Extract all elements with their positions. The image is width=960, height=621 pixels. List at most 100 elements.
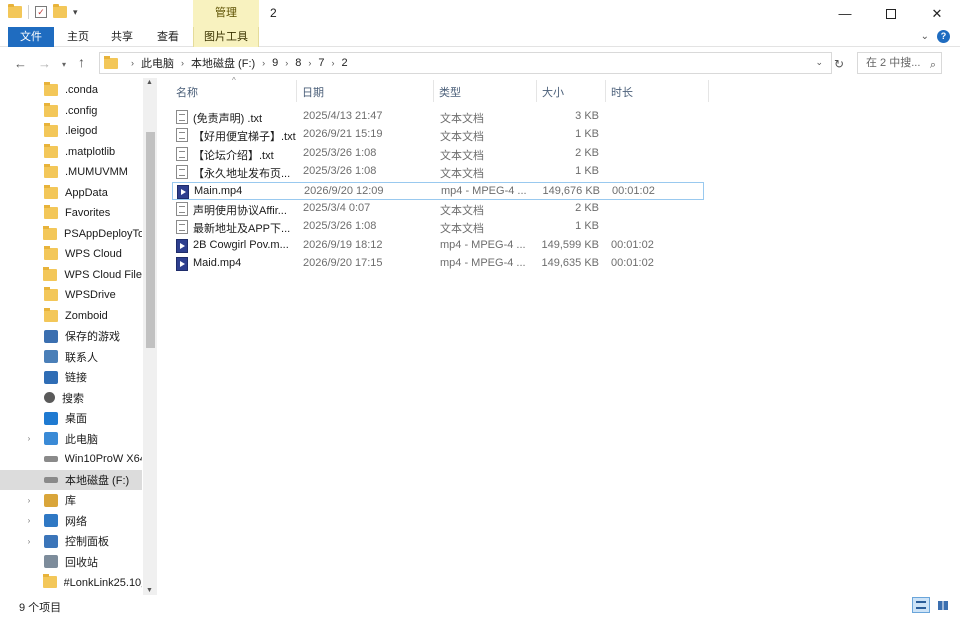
column-divider[interactable] (296, 80, 297, 102)
file-row[interactable]: 声明使用协议Affir... 2025/3/4 0:07 文本文档 2 KB (172, 200, 704, 218)
sidebar-item[interactable]: › 此电脑 (0, 429, 142, 449)
file-row[interactable]: 2B Cowgirl Pov.m... 2026/9/19 18:12 mp4 - … (172, 237, 704, 255)
folder-icon (44, 143, 58, 158)
sidebar-item[interactable]: #LonkLink25.10月- (0, 572, 142, 592)
breadcrumb-this-pc[interactable]: 此电脑 (141, 55, 174, 71)
sidebar-item[interactable]: AppData (0, 183, 142, 203)
sidebar-item[interactable]: 桌面 (0, 408, 142, 428)
folder-icon (43, 266, 58, 281)
sidebar-item[interactable]: Win10ProW X64 (0, 449, 142, 469)
maximize-button[interactable] (868, 0, 914, 27)
sidebar-item[interactable]: 联系人 (0, 347, 142, 367)
file-row[interactable]: Maid.mp4 2026/9/20 17:15 mp4 - MPEG-4 ... 1… (172, 255, 704, 273)
sidebar-item[interactable]: WPS Cloud Files (0, 265, 142, 285)
toolbar-divider (28, 5, 29, 19)
help-icon[interactable]: ? (937, 30, 950, 43)
sidebar-item[interactable]: .conda (0, 80, 142, 100)
details-view-button[interactable] (912, 597, 930, 613)
tab-home[interactable]: 主页 (58, 27, 98, 47)
minimize-button[interactable]: — (822, 0, 868, 27)
file-size: 3 KB (575, 110, 599, 122)
folder-icon (44, 123, 58, 137)
nav-scrollbar-thumb[interactable] (146, 132, 155, 348)
recycle-bin-icon (44, 555, 58, 568)
search-input[interactable]: 在 2 中搜... ⌕ (857, 52, 942, 74)
sidebar-item[interactable]: › 库 (0, 490, 142, 510)
sidebar-item[interactable]: 链接 (0, 367, 142, 387)
back-arrow-icon[interactable]: ← (14, 56, 27, 71)
expand-chevron-icon[interactable]: › (24, 537, 34, 546)
new-folder-icon[interactable] (53, 4, 67, 18)
recent-locations-icon[interactable]: ▾ (62, 60, 66, 69)
scroll-up-icon[interactable]: ▲ (146, 79, 153, 86)
expand-ribbon-icon[interactable]: ⌄ (921, 31, 929, 42)
breadcrumb-folder-2[interactable]: 2 (342, 57, 348, 69)
sidebar-item[interactable]: › 网络 (0, 511, 142, 531)
expand-chevron-icon[interactable]: › (24, 496, 34, 505)
sidebar-item[interactable]: 回收站 (0, 552, 142, 572)
customize-toolbar-icon[interactable]: ▾ (73, 7, 78, 18)
column-header-type[interactable]: 类型 (439, 84, 461, 100)
file-row[interactable]: 最新地址及APP下... 2025/3/26 1:08 文本文档 1 KB (172, 218, 704, 236)
sidebar-item[interactable]: WPS Cloud (0, 244, 142, 264)
breadcrumb-folder-7[interactable]: 7 (318, 57, 324, 69)
scroll-down-icon[interactable]: ▼ (146, 587, 153, 594)
nav-scrollbar[interactable]: ▲ ▼ (143, 78, 157, 595)
large-icons-view-button[interactable] (934, 597, 952, 613)
column-header-duration[interactable]: 时长 (611, 84, 633, 100)
address-bar[interactable]: › 此电脑 › 本地磁盘 (F:) › 9 › 8 › 7 › 2 ⌄ (99, 52, 832, 74)
expand-chevron-icon[interactable]: › (24, 434, 34, 443)
breadcrumb-folder-9[interactable]: 9 (272, 57, 278, 69)
sidebar-item[interactable]: › 控制面板 (0, 531, 142, 551)
folder-icon (44, 287, 58, 301)
address-history-dropdown-icon[interactable]: ⌄ (815, 57, 823, 68)
column-header-name[interactable]: 名称 (176, 84, 198, 100)
sidebar-item[interactable]: 本地磁盘 (F:) (0, 469, 142, 490)
chevron-right-icon[interactable]: › (262, 58, 265, 68)
sidebar-item[interactable]: PSAppDeployToo (0, 224, 142, 244)
folder-icon (44, 246, 58, 260)
up-arrow-icon[interactable]: ↑ (78, 54, 85, 70)
file-row[interactable]: 【好用便宜梯子】.txt 2026/9/21 15:19 文本文档 1 KB (172, 126, 704, 144)
sidebar-item[interactable]: .leigod (0, 121, 142, 141)
file-row[interactable]: 【永久地址发布页... 2025/3/26 1:08 文本文档 1 KB (172, 163, 704, 181)
column-divider[interactable] (605, 80, 606, 102)
chevron-right-icon[interactable]: › (285, 58, 288, 68)
file-row[interactable]: Main.mp4 2026/9/20 12:09 mp4 - MPEG-4 ... 1… (172, 181, 704, 200)
column-divider[interactable] (708, 80, 709, 102)
sidebar-item-label: 链接 (65, 372, 87, 384)
forward-arrow-icon[interactable]: → (38, 56, 51, 71)
sidebar-item[interactable]: Zomboid (0, 306, 142, 326)
column-header-date[interactable]: 日期 (302, 84, 324, 100)
sidebar-item[interactable]: .matplotlib (0, 142, 142, 162)
sidebar-item-label: .leigod (65, 125, 98, 137)
file-type: mp4 - MPEG-4 ... (440, 257, 526, 270)
search-icon (44, 392, 55, 403)
chevron-right-icon[interactable]: › (308, 58, 311, 68)
sidebar-item[interactable]: Favorites (0, 203, 142, 223)
close-button[interactable]: ✕ (914, 0, 960, 27)
expand-chevron-icon[interactable]: › (24, 516, 34, 525)
breadcrumb-drive[interactable]: 本地磁盘 (F:) (191, 55, 255, 71)
file-row[interactable]: (免责声明) .txt 2025/4/13 21:47 文本文档 3 KB (172, 108, 704, 126)
properties-icon[interactable]: ✓ (35, 6, 47, 18)
sidebar-item[interactable]: 保存的游戏 (0, 326, 142, 346)
column-header-size[interactable]: 大小 (542, 84, 564, 100)
sidebar-item[interactable]: .config (0, 101, 142, 121)
sidebar-item[interactable]: WPSDrive (0, 285, 142, 305)
chevron-right-icon[interactable]: › (131, 58, 134, 68)
sidebar-item-label: Win10ProW X64 (64, 453, 142, 465)
chevron-right-icon[interactable]: › (332, 58, 335, 68)
column-divider[interactable] (536, 80, 537, 102)
tab-share[interactable]: 共享 (102, 27, 142, 47)
tab-view[interactable]: 查看 (148, 27, 188, 47)
chevron-right-icon[interactable]: › (181, 58, 184, 68)
file-row[interactable]: 【论坛介绍】.txt 2025/3/26 1:08 文本文档 2 KB (172, 145, 704, 163)
tab-picture-tools[interactable]: 图片工具 (193, 27, 259, 47)
sidebar-item[interactable]: .MUMUVMM (0, 162, 142, 182)
breadcrumb-folder-8[interactable]: 8 (295, 57, 301, 69)
sidebar-item[interactable]: 搜索 (0, 388, 142, 408)
refresh-icon[interactable]: ↻ (834, 57, 844, 71)
tab-file[interactable]: 文件 (8, 27, 54, 47)
column-divider[interactable] (433, 80, 434, 102)
